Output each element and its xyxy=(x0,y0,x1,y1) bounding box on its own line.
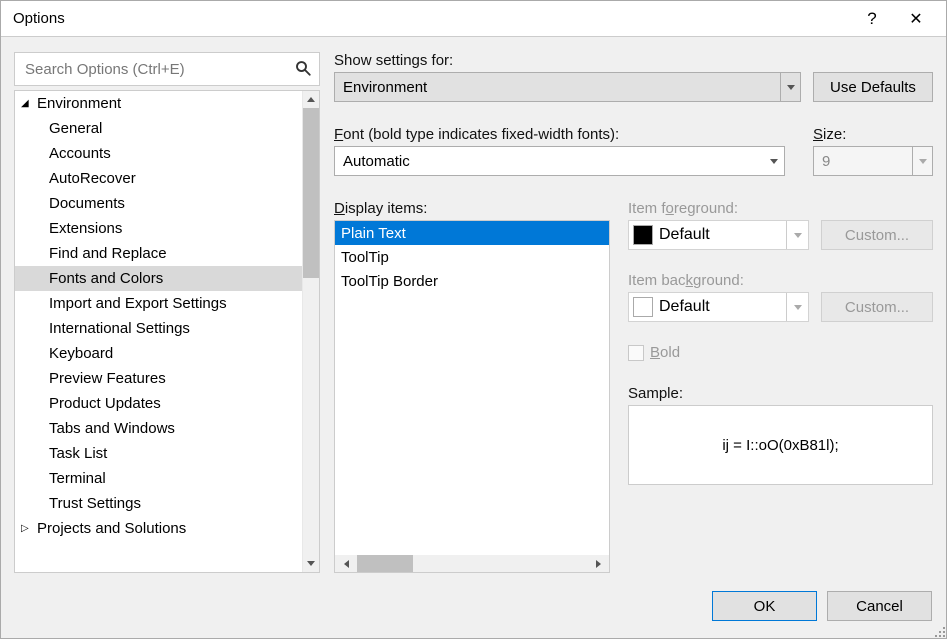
font-combo[interactable]: Automatic xyxy=(334,146,785,176)
scroll-right-icon[interactable] xyxy=(587,555,609,572)
sample-box: ij = I::oO(0xB81l); xyxy=(628,405,933,485)
left-panel: ◢EnvironmentGeneralAccountsAutoRecoverDo… xyxy=(14,52,320,573)
item-foreground-label: Item foreground: xyxy=(628,200,933,217)
chevron-down-icon xyxy=(912,147,932,175)
display-item-plain-text[interactable]: Plain Text xyxy=(335,221,609,245)
dialog-footer: OK Cancel xyxy=(1,588,946,638)
scroll-up-icon[interactable] xyxy=(303,91,319,108)
tree-item-extensions[interactable]: Extensions xyxy=(15,216,302,241)
titlebar: Options ? ✕ xyxy=(1,1,946,37)
scroll-left-icon[interactable] xyxy=(335,555,357,572)
custom-foreground-button[interactable]: Custom... xyxy=(821,220,933,250)
show-settings-value: Environment xyxy=(343,79,427,96)
options-tree[interactable]: ◢EnvironmentGeneralAccountsAutoRecoverDo… xyxy=(14,90,320,573)
scroll-thumb[interactable] xyxy=(357,555,413,572)
scroll-thumb[interactable] xyxy=(303,108,319,278)
bold-label: Bold xyxy=(650,344,680,361)
size-label: Size: xyxy=(813,126,933,143)
chevron-down-icon xyxy=(780,73,800,101)
bold-checkbox[interactable] xyxy=(628,345,644,361)
tree-item-import-and-export-settings[interactable]: Import and Export Settings xyxy=(15,291,302,316)
display-item-tooltip[interactable]: ToolTip xyxy=(335,245,609,269)
tree-item-documents[interactable]: Documents xyxy=(15,191,302,216)
window-title: Options xyxy=(13,10,850,27)
tree-item-product-updates[interactable]: Product Updates xyxy=(15,391,302,416)
horizontal-scrollbar[interactable] xyxy=(335,555,609,572)
item-foreground-combo[interactable]: Default xyxy=(628,220,809,250)
show-settings-label: Show settings for: xyxy=(334,52,933,69)
dialog-content: ◢EnvironmentGeneralAccountsAutoRecoverDo… xyxy=(1,37,946,588)
tree-item-task-list[interactable]: Task List xyxy=(15,441,302,466)
tree-item-find-and-replace[interactable]: Find and Replace xyxy=(15,241,302,266)
scroll-down-icon[interactable] xyxy=(303,555,319,572)
expand-arrow-icon: ▷ xyxy=(21,523,35,534)
sample-text: ij = I::oO(0xB81l); xyxy=(722,437,838,454)
tree-item-general[interactable]: General xyxy=(15,116,302,141)
tree-item-autorecover[interactable]: AutoRecover xyxy=(15,166,302,191)
tree-item-projects-and-solutions[interactable]: ▷Projects and Solutions xyxy=(15,516,302,541)
item-background-label: Item background: xyxy=(628,272,933,289)
display-item-tooltip-border[interactable]: ToolTip Border xyxy=(335,269,609,293)
custom-background-button[interactable]: Custom... xyxy=(821,292,933,322)
size-value: 9 xyxy=(822,153,830,170)
tree-item-international-settings[interactable]: International Settings xyxy=(15,316,302,341)
close-button[interactable]: ✕ xyxy=(894,1,938,36)
right-panel: Show settings for: Environment Use Defau… xyxy=(334,52,933,573)
item-background-combo[interactable]: Default xyxy=(628,292,809,322)
foreground-swatch xyxy=(633,225,653,245)
tree-item-environment[interactable]: ◢Environment xyxy=(15,91,302,116)
display-items-listbox[interactable]: Plain TextToolTipToolTip Border xyxy=(334,220,610,573)
foreground-value: Default xyxy=(659,226,710,244)
show-settings-combo[interactable]: Environment xyxy=(334,72,801,102)
search-wrap xyxy=(14,52,320,86)
tree-scrollbar[interactable] xyxy=(302,91,319,572)
font-value: Automatic xyxy=(343,153,410,170)
expand-arrow-icon: ◢ xyxy=(21,98,35,109)
chevron-down-icon xyxy=(786,293,808,321)
tree-item-fonts-and-colors[interactable]: Fonts and Colors xyxy=(15,266,302,291)
size-combo[interactable]: 9 xyxy=(813,146,933,176)
tree-item-terminal[interactable]: Terminal xyxy=(15,466,302,491)
background-value: Default xyxy=(659,298,710,316)
chevron-down-icon xyxy=(764,147,784,175)
cancel-button[interactable]: Cancel xyxy=(827,591,932,621)
background-swatch xyxy=(633,297,653,317)
use-defaults-button[interactable]: Use Defaults xyxy=(813,72,933,102)
tree-item-trust-settings[interactable]: Trust Settings xyxy=(15,491,302,516)
search-input[interactable] xyxy=(14,52,320,86)
resize-grip[interactable] xyxy=(931,623,945,637)
display-items-label: Display items: xyxy=(334,200,610,217)
ok-button[interactable]: OK xyxy=(712,591,817,621)
tree-item-keyboard[interactable]: Keyboard xyxy=(15,341,302,366)
tree-item-preview-features[interactable]: Preview Features xyxy=(15,366,302,391)
tree-item-accounts[interactable]: Accounts xyxy=(15,141,302,166)
help-button[interactable]: ? xyxy=(850,1,894,36)
sample-label: Sample: xyxy=(628,385,933,402)
tree-item-tabs-and-windows[interactable]: Tabs and Windows xyxy=(15,416,302,441)
chevron-down-icon xyxy=(786,221,808,249)
font-label: Font (bold type indicates fixed-width fo… xyxy=(334,126,785,143)
